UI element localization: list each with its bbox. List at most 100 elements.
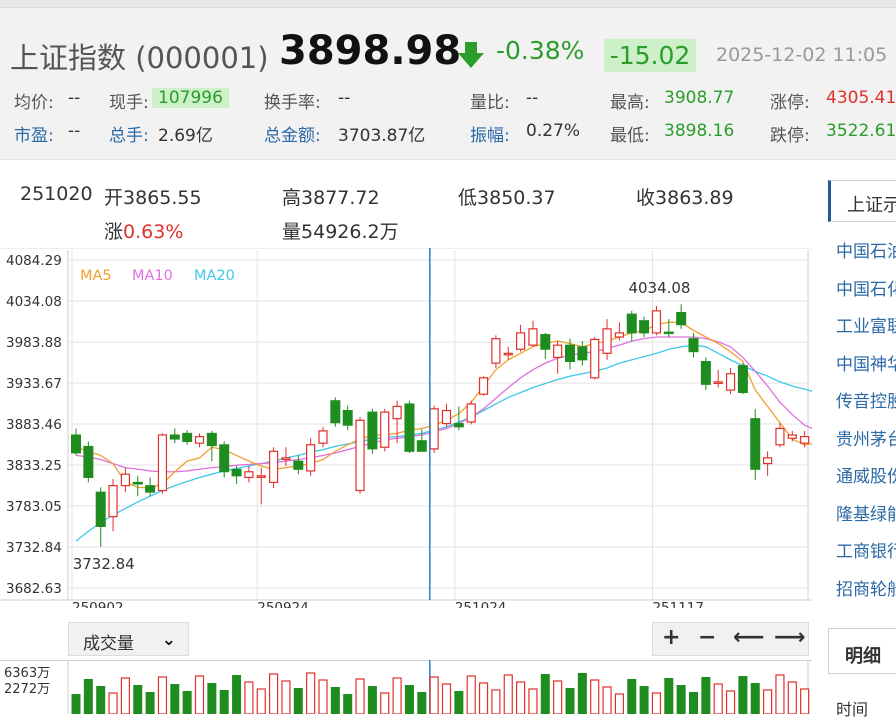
candle-body: [108, 485, 118, 518]
candle-body: [429, 408, 439, 450]
quote-header: 上证指数 (000001) 3898.98 -0.38% -15.02 2025…: [0, 8, 896, 160]
volume-bar: [775, 674, 785, 714]
volume-bar: [787, 681, 797, 714]
volume-bar: [627, 679, 637, 714]
candle-body: [800, 436, 810, 444]
volume-bar: [133, 685, 143, 714]
detail-tab[interactable]: 明细: [828, 628, 896, 674]
candle-body: [206, 432, 217, 447]
constituent-link[interactable]: 工业富联: [836, 312, 896, 337]
y-tick-label: 3783.05: [6, 499, 62, 515]
stat-label: 均价:: [14, 93, 54, 113]
x-tick-label: 251117: [652, 600, 704, 608]
candle-body: [194, 436, 205, 444]
constituent-link[interactable]: 工商银行: [836, 537, 896, 562]
zoom-in-button[interactable]: +: [662, 625, 680, 650]
legend-entry: MA20: [194, 268, 235, 284]
indicator-select-value: 成交量: [83, 634, 134, 654]
chart-nav-buttons: + − ⟵ ⟶: [652, 622, 809, 656]
candle-body: [453, 423, 464, 428]
volume-bar: [207, 683, 217, 714]
volume-bar: [355, 678, 365, 714]
pan-left-button[interactable]: ⟵: [733, 625, 765, 650]
constituent-link[interactable]: 中国神华: [836, 350, 896, 375]
volume-bar: [602, 686, 612, 714]
stat-value: 107996: [152, 88, 229, 108]
detail-time-header: 时间: [836, 700, 869, 719]
candle-body: [157, 434, 168, 492]
zoom-out-button[interactable]: −: [698, 625, 716, 650]
candle-body: [293, 460, 304, 470]
kline-chart[interactable]: 4084.29 4034.08 3983.88 3933.67 3883.46 3833.…: [0, 248, 812, 608]
candle-body: [269, 450, 279, 483]
volume-bar: [256, 688, 266, 714]
open-value: 3865.55: [123, 187, 202, 209]
x-tick-label: 251024: [455, 600, 507, 608]
volume-bar: [590, 679, 600, 714]
candle-body: [565, 344, 575, 362]
constituent-link[interactable]: 贵州茅台: [836, 425, 896, 450]
indicator-select[interactable]: 成交量 ⌄: [68, 622, 189, 656]
volume-bar: [429, 676, 439, 714]
volume-bar: [478, 682, 489, 714]
volume-bar: [664, 678, 674, 714]
candle-body: [83, 445, 94, 478]
stat-label: 涨停:: [770, 93, 810, 113]
volume-bar: [343, 694, 353, 714]
stat-label: 跌停:: [770, 126, 810, 146]
volume-bar: [800, 688, 810, 714]
y-tick-label: 4034.08: [6, 294, 62, 310]
candle-body: [663, 331, 674, 335]
high-info: 高3877.72: [282, 183, 380, 210]
chevron-down-icon: ⌄: [161, 630, 176, 650]
stat-label: 最高:: [610, 93, 650, 113]
candle-body: [762, 457, 773, 465]
candle-body: [688, 338, 699, 353]
constituent-link[interactable]: 通威股份: [836, 462, 896, 487]
candle-body: [244, 471, 254, 479]
stat-value: 0.27%: [526, 121, 581, 141]
candle-body: [219, 444, 230, 473]
candle-body: [380, 411, 390, 448]
close-label: 收: [636, 187, 656, 209]
stat-value: 2.69亿: [158, 126, 213, 146]
candle-body: [318, 430, 328, 444]
candle-body: [700, 360, 711, 385]
stat-label: 最低:: [610, 126, 650, 146]
candle-body: [392, 405, 402, 420]
candle-body: [651, 310, 662, 334]
candle-body: [725, 373, 736, 391]
close-value: 3863.89: [655, 187, 734, 209]
candle-body: [590, 338, 600, 379]
constituent-link[interactable]: 中国石化: [836, 275, 896, 300]
volume-bar: [417, 692, 427, 714]
volume-bar: [71, 694, 81, 714]
candle-body: [145, 485, 156, 493]
legend-entry: MA10: [132, 268, 173, 284]
candle-body: [750, 418, 761, 470]
pan-right-button[interactable]: ⟶: [774, 625, 806, 650]
current-price: 3898.98: [279, 28, 462, 74]
candle-body: [787, 434, 797, 439]
candle-body: [71, 434, 81, 454]
open-info: 开3865.55: [104, 183, 202, 210]
y-tick-label: 3732.84: [6, 540, 62, 556]
change-info: 涨0.63%: [104, 217, 183, 244]
constituent-link[interactable]: 招商轮船: [836, 575, 896, 600]
candle-body: [182, 432, 193, 443]
volume-bar: [689, 692, 698, 714]
top-border: [0, 0, 896, 8]
volume-bar: [157, 676, 168, 714]
y-tick-label: 3983.88: [6, 335, 62, 351]
constituent-link[interactable]: 传音控股: [836, 387, 896, 412]
right-panel-tab[interactable]: 上证示: [828, 180, 896, 222]
candle-body: [491, 338, 501, 364]
vol-axis-label: 6363万: [4, 666, 50, 681]
constituent-link[interactable]: 隆基绿能: [836, 500, 896, 525]
volume-bar: [83, 679, 93, 714]
change-value: -15.02: [604, 39, 696, 72]
volume-bar: [713, 683, 723, 714]
candle-body: [95, 491, 106, 527]
change-percent: -0.38%: [496, 36, 585, 65]
constituent-link[interactable]: 中国石油: [836, 237, 896, 262]
